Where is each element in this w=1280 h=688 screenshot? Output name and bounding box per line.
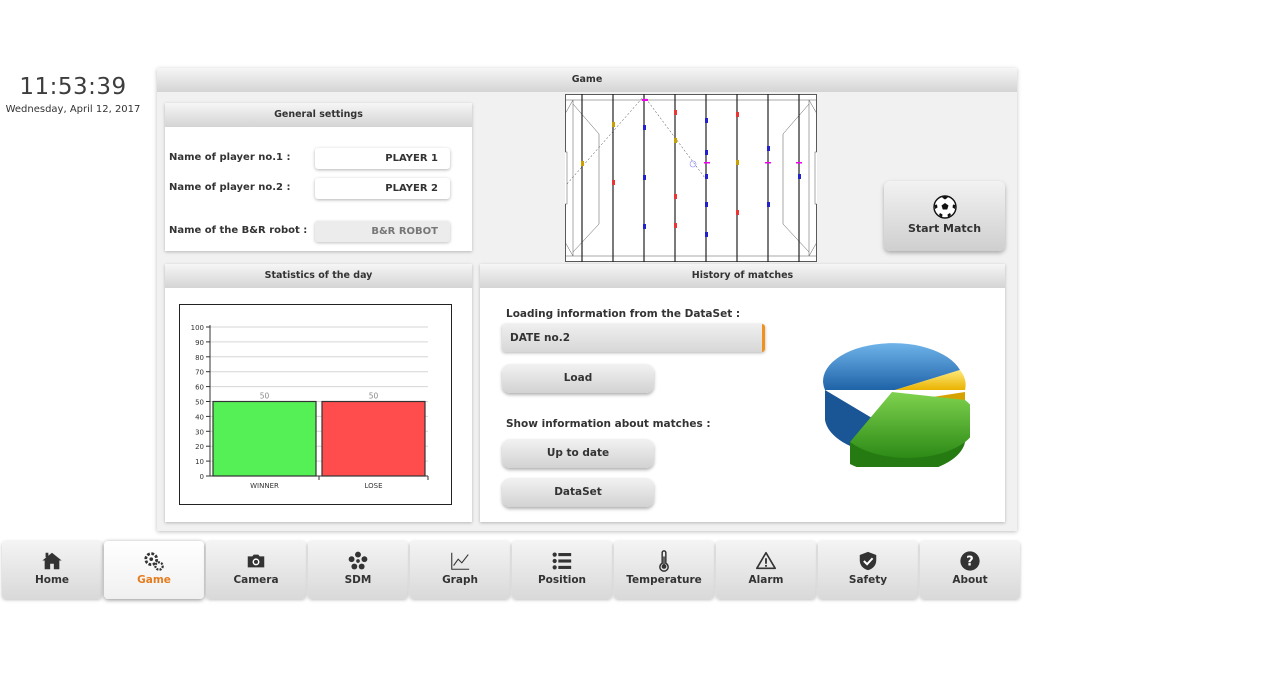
nav-alarm[interactable]: Alarm: [716, 541, 816, 599]
game-panel: Game General settings Name of player no.…: [157, 68, 1017, 531]
clock-date: Wednesday, April 12, 2017: [5, 104, 141, 115]
nav-graph[interactable]: Graph: [410, 541, 510, 599]
y-tick-label: 10: [195, 458, 204, 466]
dataset-button[interactable]: DataSet: [502, 478, 654, 507]
load-button[interactable]: Load: [502, 364, 654, 393]
y-tick-label: 20: [195, 443, 204, 451]
clock-time: 11:53:39: [19, 74, 127, 100]
nav-camera[interactable]: Camera: [206, 541, 306, 599]
pie-chart-icon: [823, 343, 970, 467]
nav-about[interactable]: ? About: [920, 541, 1020, 599]
robot-label: Name of the B&R robot :: [169, 225, 308, 236]
camera-icon: [247, 554, 265, 568]
player1-row: Name of player no.1 : PLAYER 1: [165, 148, 472, 169]
home-icon: [42, 552, 62, 570]
line-graph-icon: [451, 552, 470, 570]
y-tick-label: 0: [200, 473, 204, 481]
history-title: History of matches: [480, 264, 1005, 288]
y-tick-label: 40: [195, 413, 204, 421]
y-tick-label: 50: [195, 399, 204, 407]
game-panel-title: Game: [157, 68, 1017, 92]
sdm-icon: [348, 551, 368, 570]
bottom-nav: Home Game Camera SDM Graph Position Temp…: [0, 539, 1024, 603]
nav-sdm[interactable]: SDM: [308, 541, 408, 599]
start-match-label: Start Match: [907, 222, 982, 235]
thermometer-icon: [659, 550, 669, 572]
general-settings-card: General settings Name of player no.1 : P…: [165, 103, 472, 251]
up-to-date-button[interactable]: Up to date: [502, 439, 654, 468]
player1-label: Name of player no.1 :: [169, 152, 291, 163]
warning-icon: [756, 551, 776, 570]
svg-text:?: ?: [966, 555, 973, 570]
dataset-select[interactable]: DATE no.2: [502, 324, 765, 352]
loading-label: Loading information from the DataSet :: [506, 308, 741, 320]
nav-safety[interactable]: Safety: [818, 541, 918, 599]
robot-input: B&R ROBOT: [315, 221, 450, 242]
player2-label: Name of player no.2 :: [169, 182, 291, 193]
nav-position[interactable]: Position: [512, 541, 612, 599]
nav-temperature[interactable]: Temperature: [614, 541, 714, 599]
help-icon: ?: [960, 551, 980, 571]
y-tick-label: 90: [195, 339, 204, 347]
foosball-field: [565, 94, 817, 262]
show-info-label: Show information about matches :: [506, 418, 711, 430]
clock: 11:53:39 Wednesday, April 12, 2017: [0, 74, 146, 115]
x-tick-label: WINNER: [250, 482, 279, 490]
nav-game[interactable]: Game: [104, 541, 204, 599]
player1-input[interactable]: PLAYER 1: [315, 148, 450, 169]
x-tick-label: LOSE: [364, 482, 382, 490]
start-match-button[interactable]: Start Match: [884, 181, 1005, 251]
y-tick-label: 70: [195, 369, 204, 377]
y-tick-label: 60: [195, 384, 204, 392]
statistics-card: Statistics of the day 0 10 20 30 40 50 60 70 80 9…: [165, 264, 472, 522]
statistics-title: Statistics of the day: [165, 264, 472, 288]
y-tick-label: 30: [195, 428, 204, 436]
player2-row: Name of player no.2 : PLAYER 2: [165, 178, 472, 199]
y-tick-label: 80: [195, 354, 204, 362]
bar-winner: [212, 400, 317, 477]
player2-input[interactable]: PLAYER 2: [315, 178, 450, 199]
statistics-chart: 0 10 20 30 40 50 60 70 80 90 100 50 WINNER 50 LOSE: [179, 304, 452, 505]
soccer-ball-icon: [932, 195, 957, 219]
bar-lose: [321, 400, 426, 477]
robot-row: Name of the B&R robot : B&R ROBOT: [165, 221, 472, 242]
bar-chart: 0 10 20 30 40 50 60 70 80 90 100 50 WINNER 50 LOSE: [191, 324, 429, 490]
data-label: 50: [369, 392, 379, 401]
gears-icon: [144, 552, 164, 571]
list-icon: [552, 552, 572, 570]
data-label: 50: [260, 392, 270, 401]
shield-check-icon: [859, 551, 877, 571]
history-card: History of matches Loading information f…: [480, 264, 1005, 522]
nav-home[interactable]: Home: [2, 541, 102, 599]
general-settings-title: General settings: [165, 103, 472, 127]
y-tick-label: 100: [191, 324, 204, 332]
